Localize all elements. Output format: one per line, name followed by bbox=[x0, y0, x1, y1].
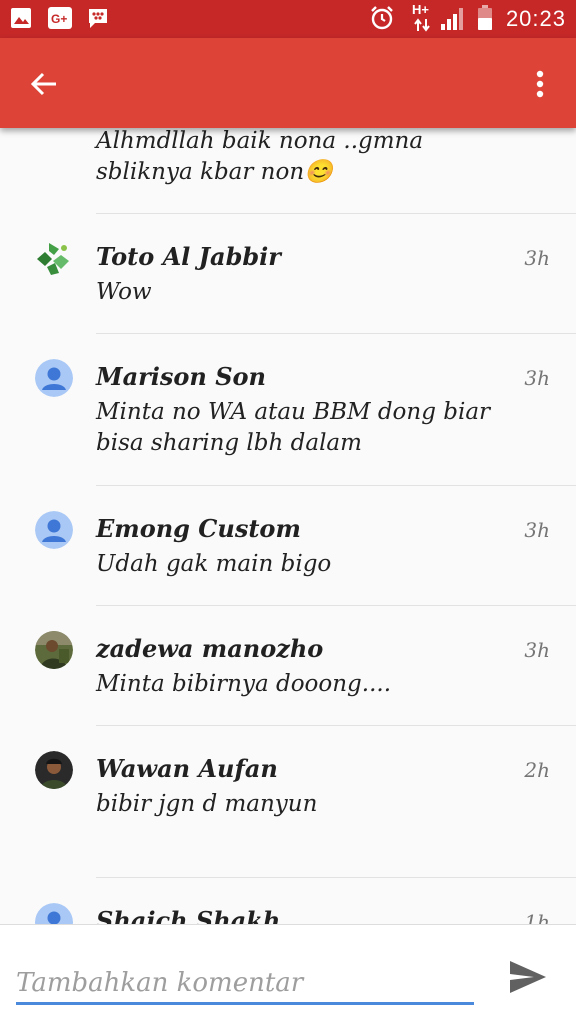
network-type-label: H+ bbox=[412, 2, 429, 17]
default-avatar-icon bbox=[35, 359, 73, 397]
comment-item[interactable]: Alhmdllah baik nona ..gmna sbliknya kbar… bbox=[0, 128, 576, 214]
svg-text:G+: G+ bbox=[51, 12, 67, 26]
app-bar bbox=[0, 38, 576, 128]
comment-text: Minta bibirnya dooong.... bbox=[96, 671, 392, 697]
default-avatar-icon bbox=[35, 511, 73, 549]
avatar[interactable] bbox=[35, 511, 73, 549]
comment-text: Udah gak main bigo bbox=[96, 551, 332, 577]
comment-time: 3h bbox=[524, 366, 550, 390]
comment-input[interactable] bbox=[16, 963, 474, 1005]
comment-time: 3h bbox=[524, 638, 550, 662]
user-photo-icon bbox=[35, 631, 73, 669]
comment-item[interactable]: Emong Custom 3h Udah gak main bigo bbox=[0, 486, 576, 606]
comment-text: Alhmdllah baik nona ..gmna sbliknya kbar… bbox=[96, 128, 424, 185]
comment-composer bbox=[0, 924, 576, 1024]
default-avatar-icon bbox=[35, 903, 73, 924]
comment-text: bibir jgn d manyun bbox=[96, 791, 318, 817]
comment-item[interactable]: Shaich Shakh 1h bbox=[0, 878, 576, 924]
comment-time: 3h bbox=[524, 518, 550, 542]
battery-icon bbox=[478, 5, 492, 30]
more-options-button[interactable] bbox=[522, 60, 558, 108]
signal-icon bbox=[441, 8, 463, 30]
status-time: 20:23 bbox=[505, 6, 566, 31]
avatar[interactable] bbox=[35, 903, 73, 924]
comment-author[interactable]: zadewa manozho bbox=[96, 634, 323, 663]
comment-time: 2h bbox=[524, 758, 550, 782]
comment-item[interactable]: zadewa manozho 3h Minta bibirnya dooong.… bbox=[0, 606, 576, 726]
comment-author[interactable]: Marison Son bbox=[96, 362, 266, 391]
green-logo-icon bbox=[37, 243, 69, 275]
user-photo-icon bbox=[35, 751, 73, 789]
comment-author[interactable]: Wawan Aufan bbox=[96, 754, 278, 783]
alarm-icon bbox=[371, 6, 393, 30]
comment-list[interactable]: Alhmdllah baik nona ..gmna sbliknya kbar… bbox=[0, 128, 576, 924]
comment-item[interactable]: Marison Son 3h Minta no WA atau BBM dong… bbox=[0, 334, 576, 486]
back-button[interactable] bbox=[20, 60, 68, 108]
comment-text: Wow bbox=[96, 279, 152, 305]
google-plus-icon: G+ bbox=[48, 7, 72, 29]
comment-time: 1h bbox=[524, 910, 550, 924]
comment-author[interactable]: Toto Al Jabbir bbox=[96, 242, 281, 271]
comment-item[interactable]: Wawan Aufan 2h bibir jgn d manyun bbox=[0, 726, 576, 878]
avatar[interactable] bbox=[35, 239, 73, 277]
more-vert-icon bbox=[536, 70, 544, 98]
avatar[interactable] bbox=[35, 631, 73, 669]
status-bar: G+ H+ 20:23 bbox=[0, 0, 576, 38]
arrow-back-icon bbox=[30, 72, 56, 96]
bbm-icon bbox=[89, 9, 107, 28]
gallery-icon bbox=[11, 8, 31, 28]
avatar[interactable] bbox=[35, 751, 73, 789]
comment-text: Minta no WA atau BBM dong biar bisa shar… bbox=[96, 399, 491, 456]
comment-author[interactable]: Emong Custom bbox=[96, 514, 301, 543]
network-arrows-icon bbox=[414, 18, 430, 32]
comment-item[interactable]: Toto Al Jabbir 3h Wow bbox=[0, 214, 576, 334]
send-button[interactable] bbox=[508, 957, 548, 997]
comment-author[interactable]: Shaich Shakh bbox=[96, 906, 280, 924]
send-icon bbox=[510, 961, 546, 993]
comment-time: 3h bbox=[524, 246, 550, 270]
avatar[interactable] bbox=[35, 359, 73, 397]
